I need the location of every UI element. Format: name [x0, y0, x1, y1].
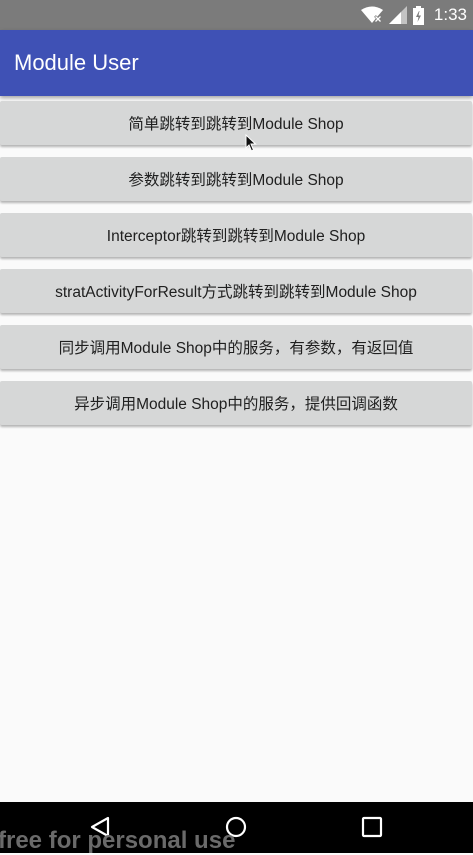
app-toolbar: Module User — [0, 30, 473, 96]
signal-icon — [388, 6, 407, 24]
recents-icon[interactable] — [360, 815, 384, 844]
mouse-cursor-icon — [245, 133, 257, 157]
sync-service-call-button[interactable]: 同步调用Module Shop中的服务，有参数，有返回值 — [0, 325, 472, 369]
async-service-call-button[interactable]: 异步调用Module Shop中的服务，提供回调函数 — [0, 381, 472, 425]
clock: 1:33 — [433, 5, 467, 24]
simple-navigate-button[interactable]: 简单跳转到跳转到Module Shop — [0, 101, 472, 145]
home-icon[interactable] — [224, 815, 248, 844]
param-navigate-button[interactable]: 参数跳转到跳转到Module Shop — [0, 157, 472, 201]
back-icon[interactable] — [88, 815, 112, 844]
interceptor-navigate-button[interactable]: Interceptor跳转到跳转到Module Shop — [0, 213, 472, 257]
battery-icon — [412, 5, 424, 25]
wifi-icon — [360, 6, 383, 24]
navigation-bar — [0, 802, 473, 853]
activity-for-result-button[interactable]: stratActivityForResult方式跳转到跳转到Module Sho… — [0, 269, 472, 313]
toolbar-title: Module User — [14, 50, 139, 75]
status-icons: 1:33 — [360, 0, 467, 30]
status-bar: 1:33 — [0, 0, 473, 30]
